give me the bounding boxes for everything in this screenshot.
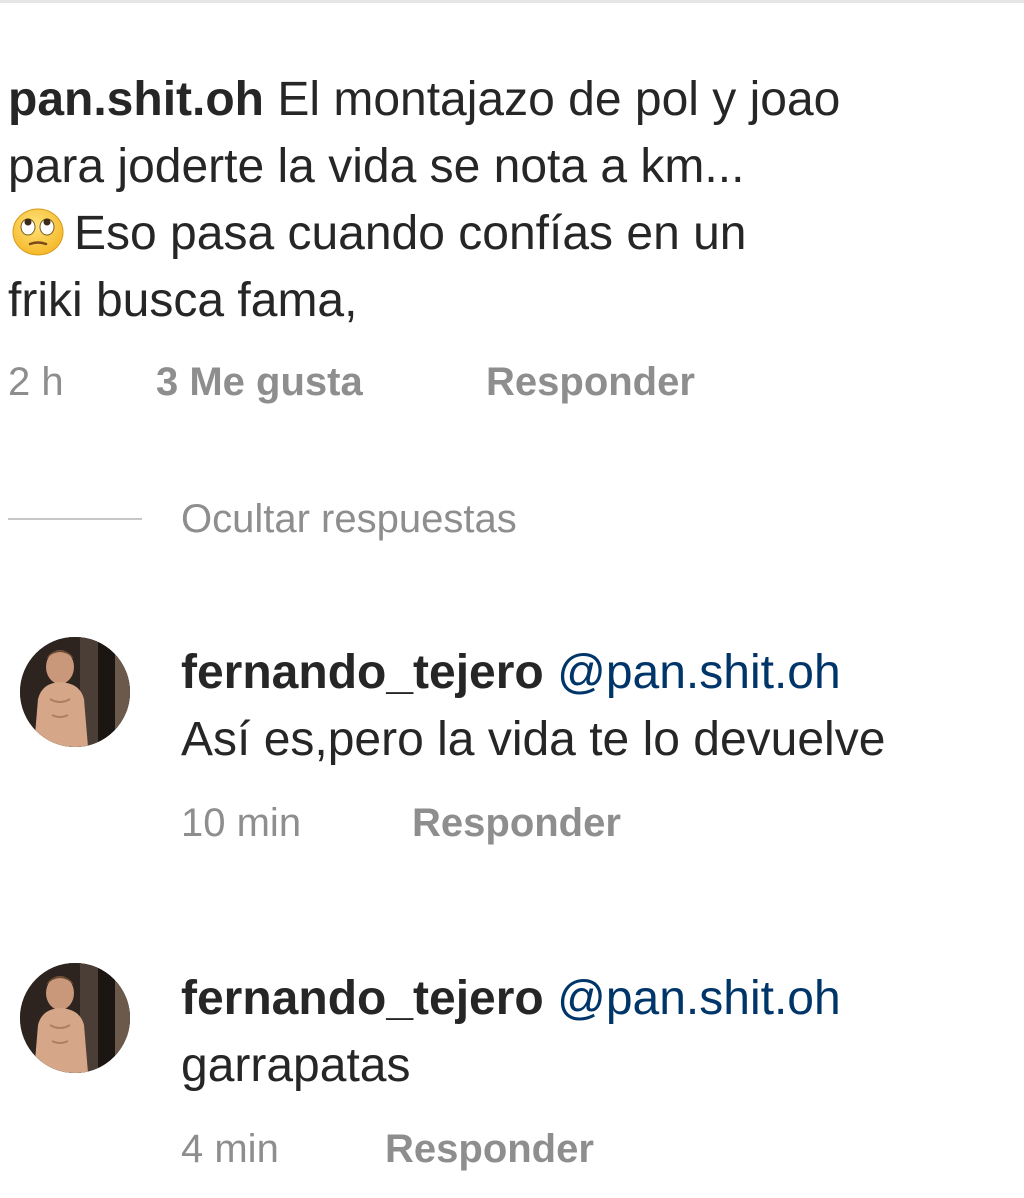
reply-item: fernando_tejero @pan.shit.oh Así es,pero… <box>20 637 1020 867</box>
comment-timestamp: 2 h <box>8 360 64 404</box>
face-with-rolling-eyes-icon <box>12 208 64 256</box>
reply-body: fernando_tejero @pan.shit.oh garrapatas <box>181 965 1021 1099</box>
profile-photo <box>20 963 130 1073</box>
reply-button[interactable]: Responder <box>486 360 695 405</box>
reply-meta: 10 min Responder <box>181 801 881 849</box>
profile-photo <box>20 637 130 747</box>
avatar[interactable] <box>20 963 130 1073</box>
reply-username[interactable]: fernando_tejero <box>181 646 544 699</box>
comment-text-line-4: friki busca fama, <box>8 274 358 327</box>
reply-meta: 4 min Responder <box>181 1127 881 1175</box>
comment-text-line-2: para joderte la vida se nota a km... <box>8 140 745 193</box>
avatar[interactable] <box>20 637 130 747</box>
main-comment: pan.shit.oh El montajazo de pol y joao p… <box>8 66 998 334</box>
reply-button[interactable]: Responder <box>412 801 621 846</box>
hide-replies-button[interactable]: Ocultar respuestas <box>181 497 517 542</box>
reply-item: fernando_tejero @pan.shit.oh garrapatas … <box>20 963 1020 1193</box>
top-divider <box>0 0 1024 3</box>
reply-timestamp: 10 min <box>181 801 302 845</box>
reply-body: fernando_tejero @pan.shit.oh Así es,pero… <box>181 639 1021 773</box>
comment-text-line-1: El montajazo de pol y joao <box>277 73 841 126</box>
comment-meta: 2 h 3 Me gusta Responder <box>8 360 908 408</box>
reply-text: Así es,pero la vida te lo devuelve <box>181 713 886 766</box>
reply-text: garrapatas <box>181 1039 411 1092</box>
reply-timestamp: 4 min <box>181 1127 279 1171</box>
replies-divider <box>8 518 142 520</box>
reply-username[interactable]: fernando_tejero <box>181 972 544 1025</box>
reply-button[interactable]: Responder <box>385 1127 594 1172</box>
like-count-button[interactable]: 3 Me gusta <box>156 360 363 405</box>
comment-text-line-3: Eso pasa cuando confías en un <box>74 207 747 260</box>
comment-username[interactable]: pan.shit.oh <box>8 73 264 126</box>
reply-mention[interactable]: @pan.shit.oh <box>557 972 841 1025</box>
reply-mention[interactable]: @pan.shit.oh <box>557 646 841 699</box>
